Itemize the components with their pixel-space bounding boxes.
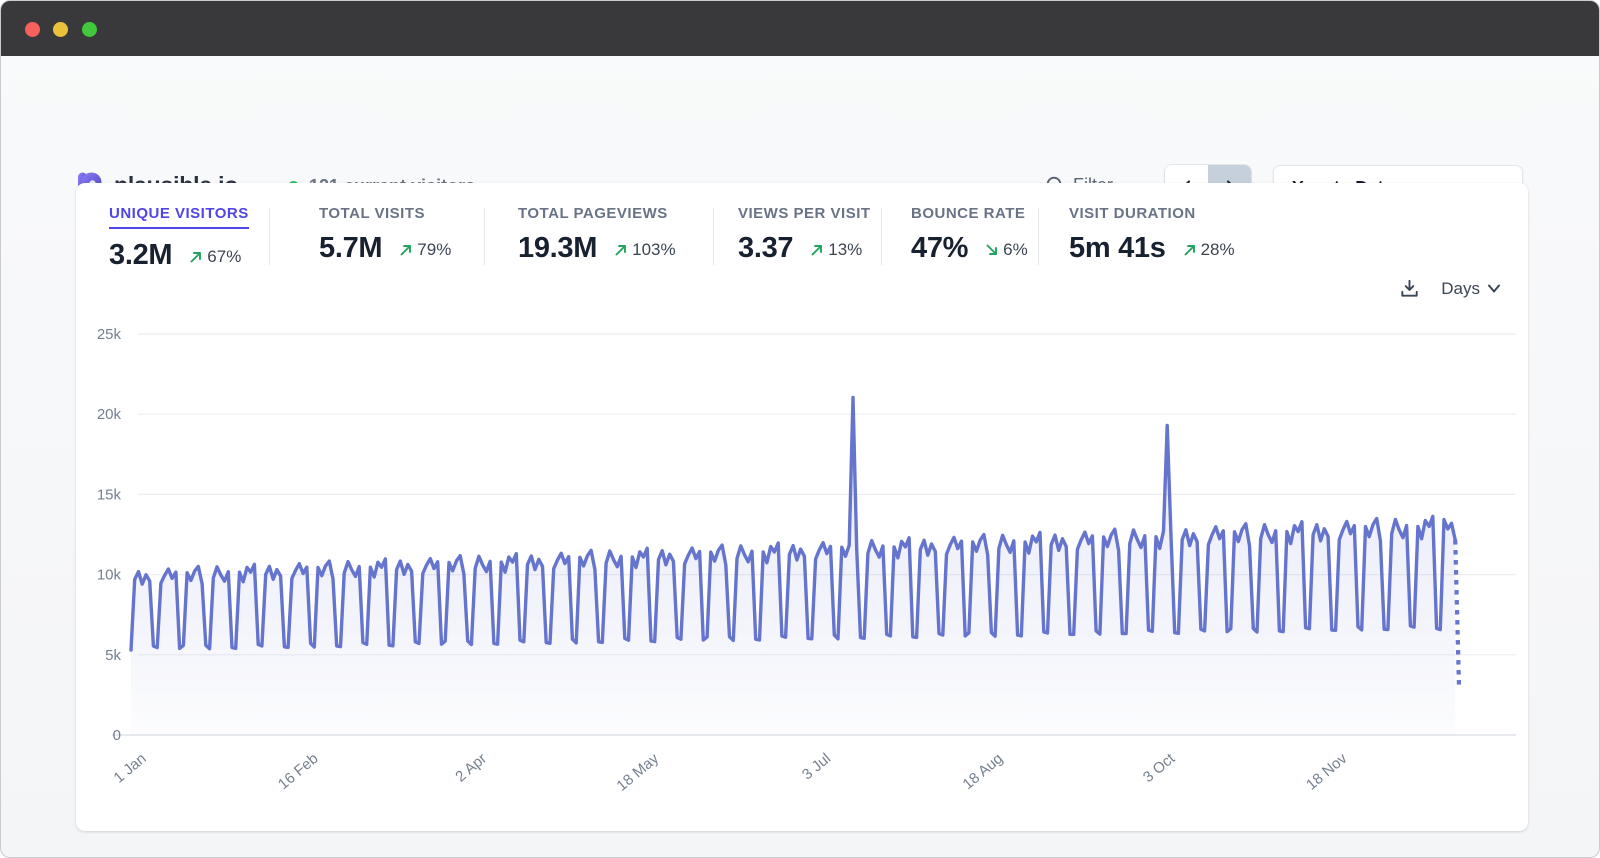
stat-divider [269,208,270,265]
svg-text:20k: 20k [97,406,122,423]
stat-value: 5m 41s [1069,232,1166,265]
stat-divider [713,208,714,265]
download-export-button[interactable] [1398,277,1421,300]
stat-value: 47% [911,232,968,265]
svg-text:16 Feb: 16 Feb [275,750,322,793]
stat-label: UNIQUE VISITORS [109,205,249,229]
stat-change-value: 13% [828,240,862,260]
svg-text:1 Jan: 1 Jan [111,750,150,787]
stat-change-value: 79% [417,240,451,260]
app-window: plausible.io 121 current visitors Filter [0,0,1600,858]
stat-value: 5.7M [319,232,382,265]
dashboard-card: UNIQUE VISITORS 3.2M 67% TOTAL VISITS 5.… [76,183,1528,831]
stat-change-value: 6% [1003,240,1028,260]
stat-visit-duration[interactable]: VISIT DURATION 5m 41s 28% [1069,205,1235,265]
svg-text:2 Apr: 2 Apr [452,750,490,786]
stat-label: TOTAL VISITS [319,205,451,222]
stat-divider [1038,208,1039,265]
stat-value: 3.2M [109,239,172,272]
zoom-window-button[interactable] [82,22,97,37]
trend-up-icon [810,243,824,257]
stat-unique-visitors[interactable]: UNIQUE VISITORS 3.2M 67% [109,205,249,272]
svg-text:3 Jul: 3 Jul [799,750,834,783]
stat-label: BOUNCE RATE [911,205,1028,222]
svg-text:0: 0 [113,727,121,744]
stat-divider [881,208,882,265]
stat-views-per-visit[interactable]: VIEWS PER VISIT 3.37 13% [738,205,871,265]
svg-text:5k: 5k [105,647,121,664]
stat-value: 3.37 [738,232,793,265]
chart-controls: Days [1398,277,1501,300]
stat-divider [484,208,485,265]
stat-bounce-rate[interactable]: BOUNCE RATE 47% 6% [911,205,1028,265]
stat-label: TOTAL PAGEVIEWS [518,205,676,222]
trend-up-icon [614,243,628,257]
stat-value: 19.3M [518,232,597,265]
svg-text:15k: 15k [97,486,122,503]
close-window-button[interactable] [25,22,40,37]
trend-up-icon [399,243,413,257]
stats-row: UNIQUE VISITORS 3.2M 67% TOTAL VISITS 5.… [76,183,1528,283]
svg-text:18 Nov: 18 Nov [1303,750,1351,794]
stat-total-visits[interactable]: TOTAL VISITS 5.7M 79% [319,205,451,265]
download-icon [1398,277,1421,300]
stat-change-value: 67% [207,247,241,267]
visitors-line-chart[interactable]: 25k 20k 15k 10k 5k 0 1 Jan 16 Feb 2 Apr 18 May 3 J… [92,301,1524,823]
stat-label: VISIT DURATION [1069,205,1235,222]
svg-text:18 May: 18 May [613,750,662,795]
stat-label: VIEWS PER VISIT [738,205,871,222]
titlebar [1,1,1599,56]
interval-select[interactable]: Days [1441,279,1501,299]
svg-text:3 Oct: 3 Oct [1140,750,1179,787]
stat-change-value: 103% [632,240,675,260]
dashboard-header: plausible.io 121 current visitors Filter [1,56,1599,183]
svg-text:18 Aug: 18 Aug [960,750,1007,793]
trend-up-icon [189,250,203,264]
chevron-down-icon [1487,283,1501,294]
trend-up-icon [1183,243,1197,257]
svg-text:25k: 25k [97,326,122,343]
stat-total-pageviews[interactable]: TOTAL PAGEVIEWS 19.3M 103% [518,205,676,265]
trend-down-icon [985,243,999,257]
stat-change-value: 28% [1201,240,1235,260]
interval-value: Days [1441,279,1480,299]
minimize-window-button[interactable] [53,22,68,37]
svg-text:10k: 10k [97,567,122,584]
